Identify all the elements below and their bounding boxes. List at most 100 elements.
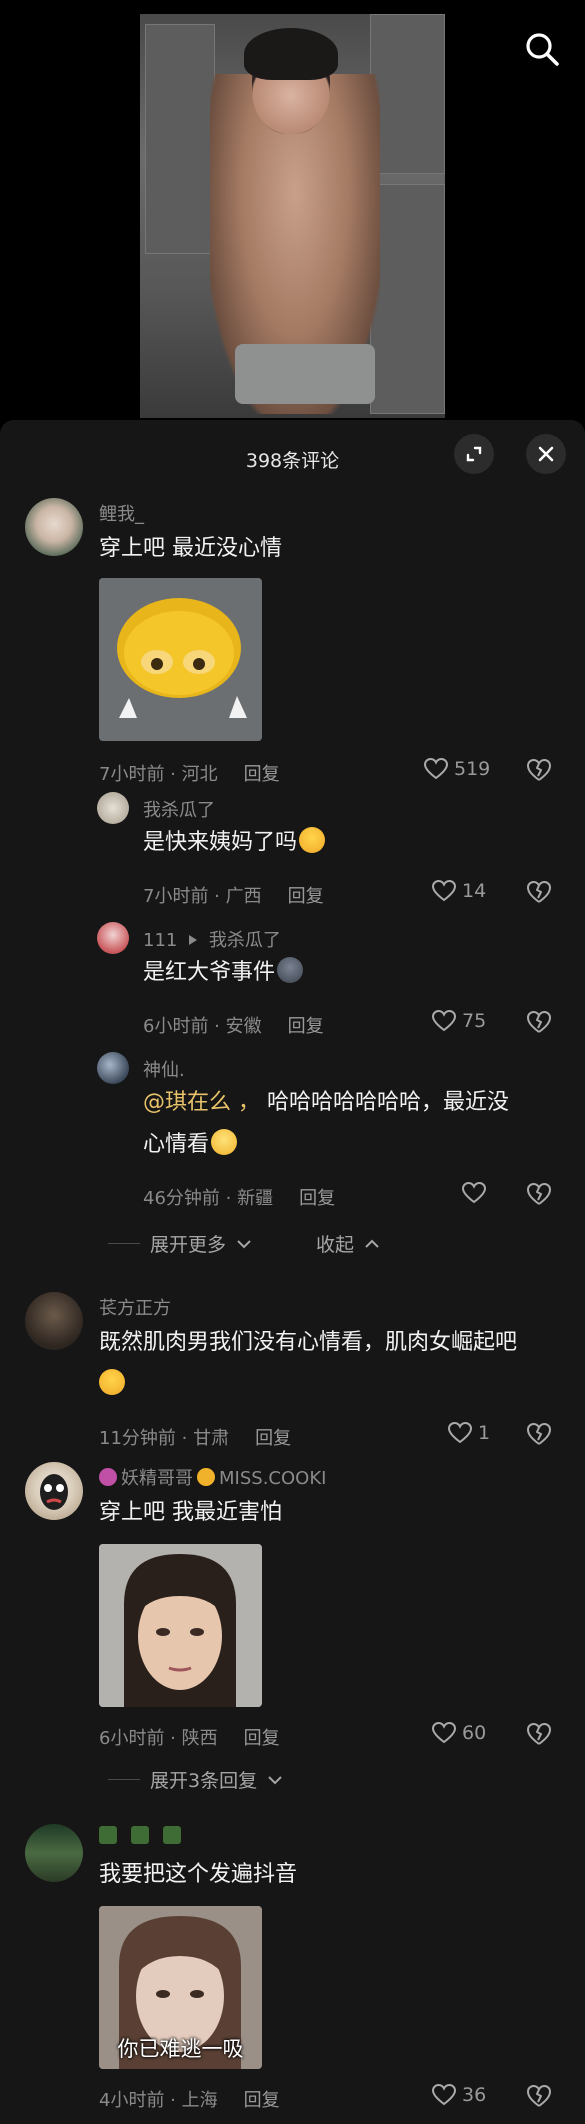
image-caption: 你已难逃一吸 (117, 2037, 244, 2061)
comment-meta: 46分钟前 · 新疆 回复 (143, 1184, 335, 1210)
play-arrow-icon (189, 935, 198, 945)
like-count: 60 (462, 1722, 487, 1744)
video-frame (140, 14, 445, 418)
reply-button[interactable]: 回复 (244, 2090, 280, 2111)
like-button[interactable]: 1 (448, 1422, 490, 1444)
comment-text: 我要把这个发遍抖音 (99, 1862, 298, 1887)
chevron-down-icon (268, 1775, 282, 1784)
heart-icon (432, 1722, 456, 1744)
reply-button[interactable]: 回复 (299, 1188, 335, 1209)
comment-text-content: 是快来姨妈了吗 (143, 830, 298, 855)
comment-time-location: 11分钟前 · 甘肃 (99, 1428, 230, 1449)
comment-text: @琪在么 ， 哈哈哈哈哈哈哈，最近没心情看 (143, 1082, 563, 1166)
expand-more-button[interactable]: 展开更多 (108, 1230, 252, 1257)
comment-meta: 6小时前 · 安徽 回复 (143, 1012, 324, 1038)
grin-emoji-icon (99, 1369, 125, 1395)
heart-icon (432, 1010, 456, 1032)
chevron-up-icon (365, 1239, 379, 1248)
grin-emoji-icon (299, 827, 326, 853)
comment-image[interactable] (99, 1544, 262, 1707)
comment-author[interactable]: 神仙. (143, 1056, 185, 1082)
like-button[interactable]: 519 (424, 758, 490, 780)
reply-button[interactable]: 回复 (244, 1728, 280, 1749)
collapse-button[interactable]: 收起 (316, 1230, 380, 1257)
expand-replies-button[interactable]: 展开3条回复 (108, 1766, 283, 1793)
heart-icon (432, 880, 456, 902)
comment-image[interactable] (99, 578, 262, 741)
wave-emoji-icon (197, 1468, 215, 1486)
reply-button[interactable]: 回复 (288, 1016, 324, 1037)
comment-time-location: 7小时前 · 广西 (143, 886, 262, 907)
like-button[interactable]: 60 (432, 1722, 486, 1744)
heart-icon (462, 1182, 486, 1204)
dislike-icon[interactable] (526, 880, 552, 906)
dislike-icon[interactable] (526, 758, 552, 784)
avatar[interactable] (25, 498, 83, 556)
plant-icon (99, 1826, 117, 1844)
avatar[interactable] (25, 1462, 83, 1520)
reply-button[interactable]: 回复 (255, 1428, 291, 1449)
expand-icon[interactable] (454, 434, 494, 474)
dislike-icon[interactable] (526, 1422, 552, 1448)
comment-text-content: 哈哈哈哈哈哈哈，最近没 (260, 1090, 509, 1115)
like-count: 36 (462, 2084, 487, 2106)
mention-link[interactable]: @琪在么 ， (143, 1090, 260, 1115)
search-icon[interactable] (523, 30, 561, 68)
reply-button[interactable]: 回复 (244, 764, 280, 785)
dislike-icon[interactable] (526, 2084, 552, 2110)
comment-text: 既然肌肉男我们没有心情看，肌肉女崛起吧 (99, 1322, 569, 1406)
expand-replies-label: 展开3条回复 (150, 1770, 258, 1792)
comment-author[interactable]: 苌方正方 (99, 1294, 171, 1320)
reply-to-name[interactable]: 我杀瓜了 (209, 930, 281, 951)
comment-text: 是快来姨妈了吗 (143, 822, 326, 864)
avatar[interactable] (97, 922, 129, 954)
chevron-down-icon (237, 1239, 251, 1248)
like-button[interactable]: 14 (432, 880, 486, 902)
comment-meta: 6小时前 · 陕西 回复 (99, 1724, 280, 1750)
avatar[interactable] (25, 1292, 83, 1350)
plant-icon (131, 1826, 149, 1844)
comment-meta: 11分钟前 · 甘肃 回复 (99, 1424, 291, 1450)
comment-count-title: 398条评论 (245, 450, 340, 472)
comment-meta: 4小时前 · 上海 回复 (99, 2086, 280, 2112)
dislike-icon[interactable] (526, 1010, 552, 1036)
like-button[interactable]: 36 (432, 2084, 486, 2106)
avatar[interactable] (97, 792, 129, 824)
comment-image[interactable]: 你已难逃一吸 (99, 1906, 262, 2069)
comment-text-content: 心情看 (143, 1132, 210, 1157)
comment-time-location: 4小时前 · 上海 (99, 2090, 218, 2111)
comment-time-location: 46分钟前 · 新疆 (143, 1188, 274, 1209)
like-button[interactable]: 75 (432, 1010, 486, 1032)
expand-more-label: 展开更多 (150, 1234, 227, 1256)
comment-time-location: 6小时前 · 陕西 (99, 1728, 218, 1749)
comment-author[interactable]: 我杀瓜了 (143, 796, 215, 822)
avatar[interactable] (25, 1824, 83, 1882)
comment-author[interactable]: 鲤我_ (99, 500, 144, 526)
comment-author: 111 我杀瓜了 (143, 926, 281, 952)
close-icon[interactable] (526, 434, 566, 474)
avatar[interactable] (97, 1052, 129, 1084)
comment-author (99, 1826, 181, 1847)
laugh-emoji-icon (211, 1129, 238, 1155)
author-name[interactable]: 妖精哥哥 (121, 1468, 193, 1489)
comment-meta: 7小时前 · 广西 回复 (143, 882, 324, 908)
reply-button[interactable]: 回复 (288, 886, 324, 907)
face-emoji-icon (277, 957, 304, 983)
like-count: 1 (478, 1422, 491, 1444)
heart-icon (448, 1422, 472, 1444)
comment-text: 是红大爷事件 (143, 952, 304, 994)
comment-time-location: 6小时前 · 安徽 (143, 1016, 262, 1037)
like-count: 519 (454, 758, 491, 780)
reply-author-name[interactable]: 111 (143, 930, 177, 951)
comment-panel: 398条评论 鲤我_ 穿上吧 最近没心情 7小时前 · 河北 回复 519 我杀… (0, 420, 585, 2124)
unicorn-icon (99, 1468, 117, 1486)
like-count: 75 (462, 1010, 487, 1032)
dislike-icon[interactable] (526, 1182, 552, 1208)
dislike-icon[interactable] (526, 1722, 552, 1748)
author-name-suffix: MISS.COOKI (219, 1468, 327, 1489)
like-button[interactable] (462, 1182, 492, 1204)
comment-author: 妖精哥哥 MISS.COOKI (99, 1464, 326, 1490)
comment-text: 穿上吧 我最近害怕 (99, 1500, 282, 1525)
video-player[interactable] (0, 0, 585, 420)
comment-text-content: 是红大爷事件 (143, 960, 276, 985)
